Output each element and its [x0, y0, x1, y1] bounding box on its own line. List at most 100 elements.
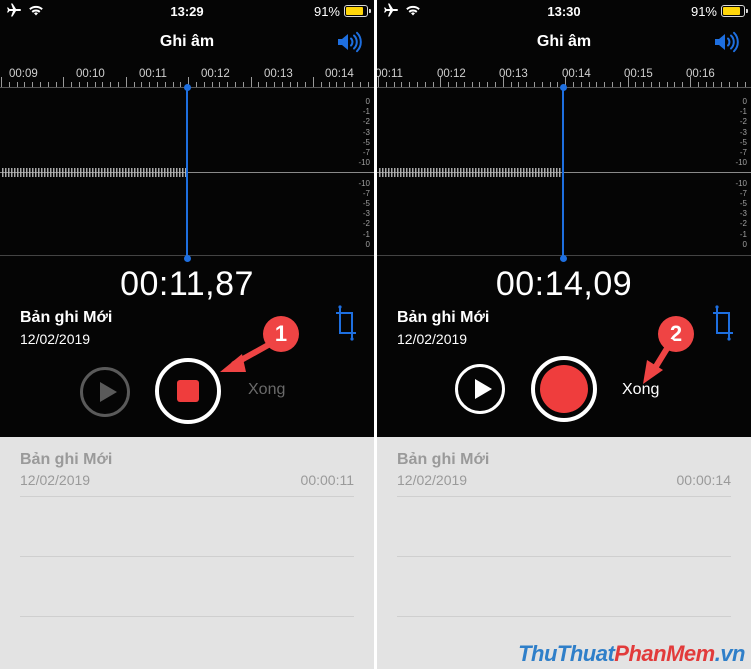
ruler-tick	[510, 82, 512, 87]
ruler-tick	[705, 82, 707, 87]
ruler-tick	[534, 82, 535, 87]
ruler-tick	[250, 77, 252, 87]
ruler-tick	[55, 82, 57, 87]
ruler-tick	[71, 82, 73, 87]
recording-date: 12/02/2019	[20, 331, 91, 347]
ruler-tick	[118, 82, 119, 87]
annotation-arrow	[220, 341, 273, 372]
db-label: -5	[739, 199, 747, 209]
recording-title[interactable]: Bản ghi Mới	[20, 309, 112, 327]
list-item[interactable]: Bản ghi Mới 12/02/2019 00:00:11	[20, 437, 354, 497]
recordings-list: Bản ghi Mới 12/02/2019 00:00:11	[0, 437, 374, 669]
ruler-tick	[487, 82, 489, 87]
ruler-tick	[47, 82, 49, 87]
page-title: Ghi âm	[536, 33, 592, 50]
list-item-date: 12/02/2019	[397, 472, 468, 488]
ruler-tick	[219, 82, 221, 87]
ruler-label: 00:14	[325, 68, 354, 80]
db-label: -7	[739, 188, 747, 198]
list-item[interactable]: Bản ghi Mới 12/02/2019 00:00:14	[397, 437, 731, 497]
db-label: -2	[362, 219, 370, 229]
db-label: -3	[362, 127, 370, 137]
status-bar: 13:30 91%	[377, 0, 751, 24]
play-button[interactable]	[455, 364, 505, 414]
battery-icon	[721, 5, 748, 17]
status-bar: 13:29 91%	[0, 0, 374, 24]
ruler-label: 00:11	[377, 68, 403, 80]
ruler-tick	[24, 82, 26, 87]
ruler-tick	[549, 82, 551, 87]
record-button[interactable]	[531, 356, 597, 422]
db-label: 0	[742, 239, 747, 249]
recorder-dark-area: 13:30 91% Ghi âm 00:11 00:12 00:13 00:14…	[377, 0, 751, 437]
speaker-icon[interactable]	[336, 31, 362, 53]
ruler-tick	[102, 82, 104, 87]
ruler-tick	[16, 82, 18, 87]
ruler-tick	[518, 82, 520, 87]
battery-percentage: 91%	[690, 4, 717, 19]
db-label: 0	[742, 97, 747, 106]
ruler-tick	[40, 82, 41, 87]
ruler-label: 00:11	[139, 68, 167, 80]
waveform[interactable]: 0 -1 -2 -3 -5 -7 -10 -10 -7 -5 -3 -2 -1 …	[377, 89, 751, 256]
ruler-tick	[196, 82, 197, 87]
recording-date: 12/02/2019	[397, 331, 468, 347]
waveform-bars	[2, 168, 186, 177]
ruler-tick	[359, 82, 361, 87]
annotation-arrow	[643, 339, 674, 384]
list-item-duration: 00:00:14	[676, 472, 732, 488]
ruler-label: 00:09	[9, 68, 38, 80]
ruler-tick	[157, 82, 158, 87]
recording-timer: 00:11,87	[120, 265, 254, 303]
ruler-tick	[344, 82, 346, 87]
ruler-tick	[367, 82, 369, 87]
trim-icon[interactable]	[711, 305, 735, 341]
play-button[interactable]	[80, 367, 130, 417]
recorder-screen-right: 13:30 91% Ghi âm 00:11 00:12 00:13 00:14…	[377, 0, 751, 669]
db-label: -5	[739, 137, 747, 147]
ruler-tick	[94, 82, 96, 87]
recording-title[interactable]: Bản ghi Mới	[397, 309, 489, 327]
ruler-tick	[242, 82, 244, 87]
ruler-tick	[736, 82, 738, 87]
watermark-part: .vn	[714, 641, 746, 666]
recordings-list: Bản ghi Mới 12/02/2019 00:00:14	[377, 437, 751, 669]
ruler-tick	[352, 82, 353, 87]
ruler-tick	[79, 82, 80, 87]
playhead[interactable]	[559, 84, 567, 262]
ruler-label: 00:13	[264, 68, 293, 80]
playhead[interactable]	[183, 84, 191, 262]
ruler-tick	[86, 82, 88, 87]
ruler-tick	[180, 82, 182, 87]
ruler-tick	[401, 82, 403, 87]
db-scale: 0 -1 -2 -3 -5 -7 -10 -10 -7 -5 -3 -2 -1 …	[348, 97, 370, 250]
stop-icon	[177, 380, 199, 402]
ruler-tick	[744, 82, 746, 87]
watermark-logo: ThuThuatPhanMem.vn	[518, 641, 745, 667]
ruler-tick	[463, 82, 465, 87]
ruler-tick	[456, 82, 457, 87]
ruler-tick	[227, 82, 229, 87]
speaker-icon[interactable]	[713, 31, 739, 53]
battery-fill	[346, 7, 364, 15]
trim-icon[interactable]	[334, 305, 358, 341]
ruler-tick	[674, 82, 676, 87]
done-button[interactable]: Xong	[248, 381, 285, 399]
ruler-tick	[172, 82, 174, 87]
ruler-tick	[604, 82, 606, 87]
ruler-tick	[8, 82, 10, 87]
play-icon	[100, 382, 117, 402]
db-label: -10	[735, 158, 747, 168]
ruler-tick	[690, 77, 691, 87]
ruler-tick	[588, 82, 590, 87]
db-label: -1	[739, 107, 747, 117]
db-label: -3	[739, 209, 747, 219]
ruler-tick	[305, 82, 307, 87]
ruler-tick	[580, 82, 582, 87]
ruler-tick	[133, 82, 135, 87]
ruler-tick	[627, 77, 629, 87]
ruler-tick	[281, 82, 283, 87]
ruler-tick	[203, 82, 205, 87]
recorder-screen-left: 13:29 91% Ghi âm 00:09 00:10 00:11 00:12…	[0, 0, 374, 669]
ruler-tick	[666, 82, 668, 87]
